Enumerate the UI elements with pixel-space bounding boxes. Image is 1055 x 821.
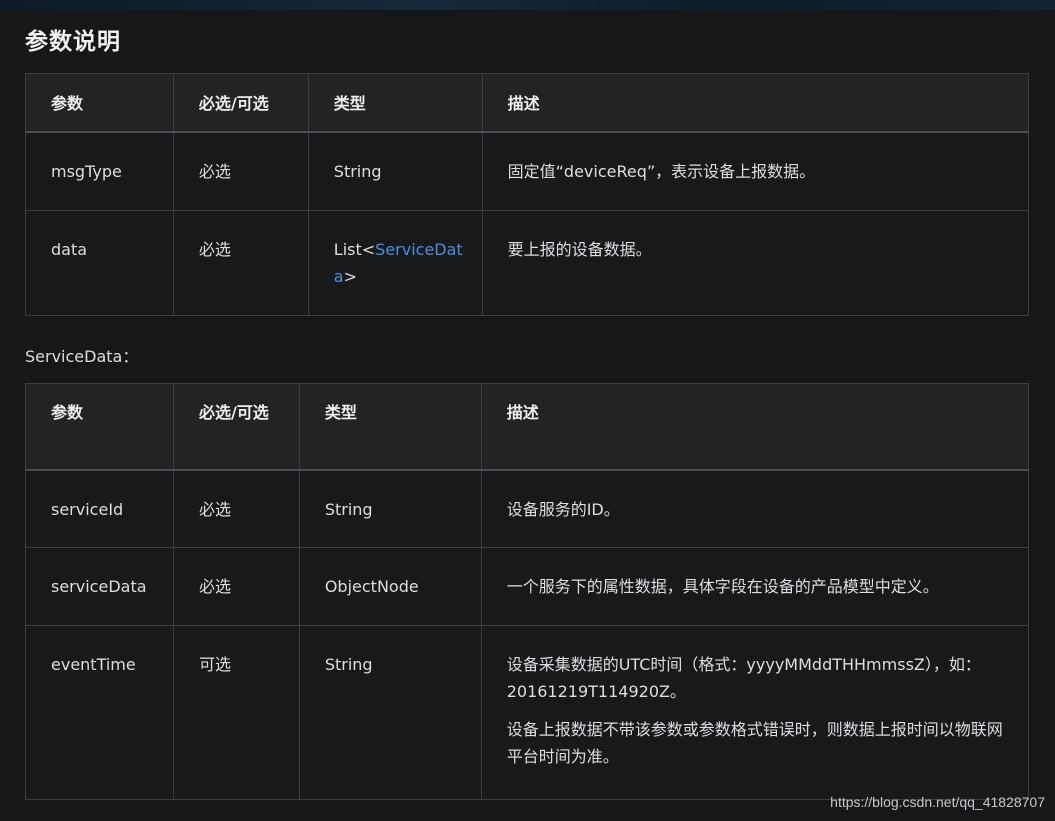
- type-cell: ObjectNode: [298, 547, 482, 626]
- column-header-type: 类型: [307, 73, 483, 133]
- param-name-cell: serviceData: [25, 547, 174, 626]
- type-cell: String: [298, 469, 482, 548]
- table-row: eventTime 可选 String 设备采集数据的UTC时间（格式：yyyy…: [25, 625, 1030, 800]
- column-header-description: 描述: [480, 383, 1030, 471]
- description-text: 设备采集数据的UTC时间（格式：yyyyMMddTHHmmssZ），如：2016…: [506, 655, 981, 701]
- table-row: data 必选 List<ServiceData> 要上报的设备数据。: [25, 210, 1030, 316]
- table-row: serviceData 必选 ObjectNode 一个服务下的属性数据，具体字…: [25, 547, 1030, 626]
- description-note: 设备上报数据不带该参数或参数格式错误时，则数据上报时间以物联网平台时间为准。: [506, 720, 1003, 766]
- column-header-description: 描述: [481, 73, 1030, 133]
- servicedata-label: ServiceData：: [25, 347, 139, 366]
- param-name-cell: serviceId: [25, 469, 174, 548]
- description-cell: 设备采集数据的UTC时间（格式：yyyyMMddTHHmmssZ），如：2016…: [480, 625, 1030, 800]
- column-header-param: 参数: [25, 383, 174, 471]
- description-cell: 固定值“deviceReq”，表示设备上报数据。: [481, 131, 1030, 211]
- param-name-cell: msgType: [25, 131, 174, 211]
- page-title: 参数说明: [25, 29, 121, 55]
- column-header-required: 必选/可选: [172, 383, 300, 471]
- type-suffix: >: [343, 267, 357, 286]
- column-header-required: 必选/可选: [172, 73, 309, 133]
- column-header-type: 类型: [298, 383, 482, 471]
- table-row: msgType 必选 String 固定值“deviceReq”，表示设备上报数…: [25, 131, 1030, 211]
- table-row: serviceId 必选 String 设备服务的ID。: [25, 469, 1030, 548]
- table-header-row: 参数 必选/可选 类型 描述: [25, 383, 1030, 471]
- type-cell: String: [298, 625, 482, 800]
- column-header-param: 参数: [25, 73, 174, 133]
- required-cell: 必选: [172, 210, 309, 316]
- description-cell: 一个服务下的属性数据，具体字段在设备的产品模型中定义。: [480, 547, 1030, 626]
- table-header-row: 参数 必选/可选 类型 描述: [25, 73, 1030, 133]
- required-cell: 可选: [172, 625, 300, 800]
- param-name-cell: eventTime: [25, 625, 174, 800]
- type-cell: String: [307, 131, 483, 211]
- type-prefix: List<: [333, 240, 376, 259]
- top-banner-strip: [0, 0, 1055, 10]
- required-cell: 必选: [172, 469, 300, 548]
- description-cell: 要上报的设备数据。: [481, 210, 1030, 316]
- description-cell: 设备服务的ID。: [480, 469, 1030, 548]
- servicedata-table: 参数 必选/可选 类型 描述 serviceId 必选 String 设备服务的…: [25, 383, 1030, 800]
- parameters-table: 参数 必选/可选 类型 描述 msgType 必选 String 固定值“dev…: [25, 73, 1030, 316]
- required-cell: 必选: [172, 131, 309, 211]
- watermark: https://blog.csdn.net/qq_41828707: [830, 794, 1045, 810]
- param-name-cell: data: [25, 210, 174, 316]
- type-cell: List<ServiceData>: [307, 210, 483, 316]
- required-cell: 必选: [172, 547, 300, 626]
